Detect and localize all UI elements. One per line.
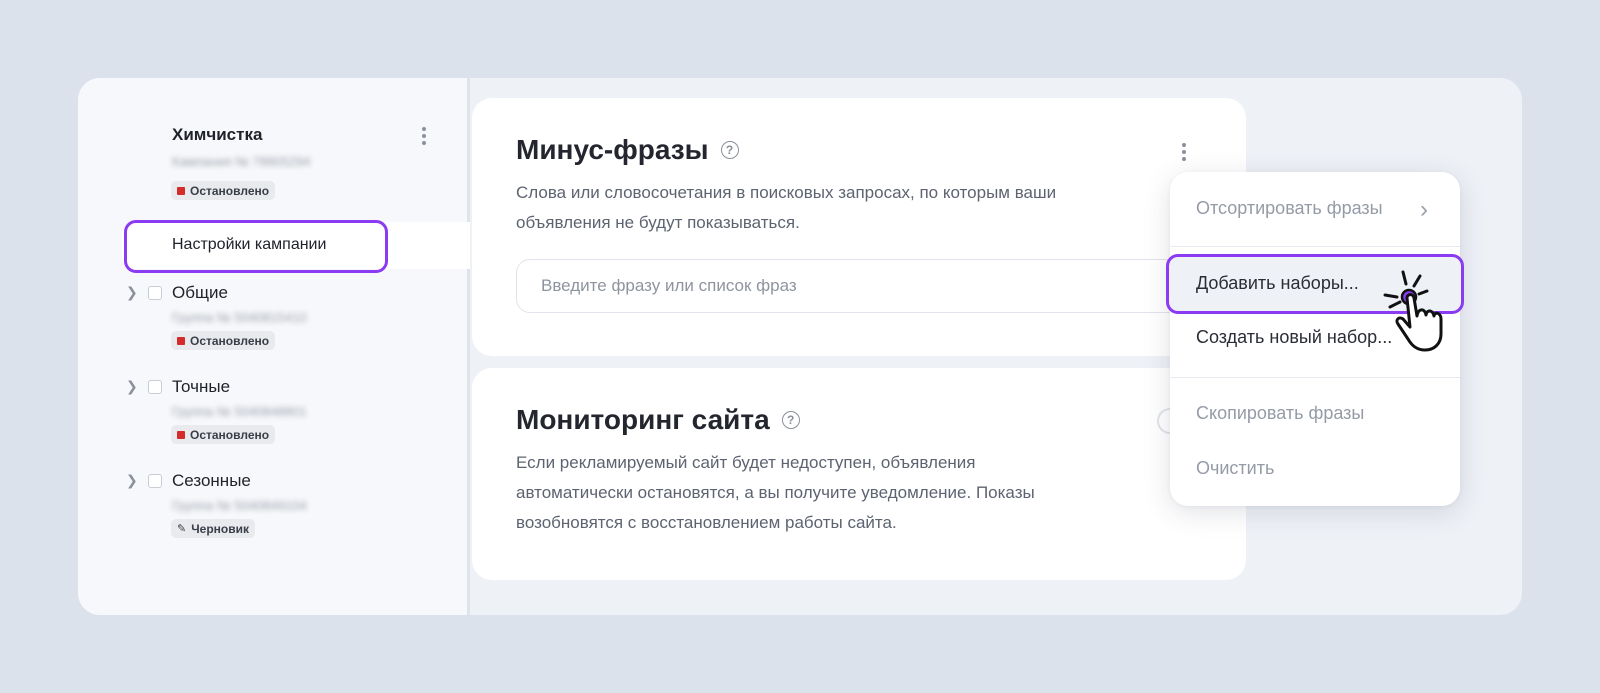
menu-item-sort-phrases[interactable]: Отсортировать фразы (1196, 198, 1383, 219)
menu-item-add-sets[interactable]: Добавить наборы... (1196, 273, 1359, 294)
sidebar-item-label: Настройки кампании (172, 236, 327, 253)
help-icon[interactable]: ? (781, 411, 800, 429)
group-name[interactable]: Общие (172, 283, 228, 303)
campaign-status-badge: Остановлено (171, 181, 276, 200)
section-title: Мониторинг сайта ? (516, 404, 800, 436)
chevron-right-icon: › (1420, 196, 1428, 223)
section-title-text: Мониторинг сайта (516, 404, 770, 435)
group-checkbox[interactable] (148, 286, 162, 300)
site-monitoring-card: Мониторинг сайта ? Если рекламируемый са… (472, 368, 1246, 580)
description-line: автоматически остановятся, а вы получите… (516, 483, 1035, 502)
app-window: Химчистка Кампания № 78805294 Остановлен… (78, 78, 1522, 615)
section-description: Если рекламируемый сайт будет недоступен… (516, 448, 1035, 538)
stopped-icon (177, 186, 185, 195)
pencil-icon: ✎ (177, 523, 187, 535)
group-number: Группа № 5040815410 (172, 310, 307, 325)
group-number: Группа № 5040848801 (172, 404, 307, 419)
group-status-badge: Остановлено (171, 425, 276, 444)
help-icon[interactable]: ? (720, 141, 739, 159)
status-label: Черновик (191, 521, 249, 536)
campaign-more-icon[interactable] (415, 124, 433, 148)
description-line: Если рекламируемый сайт будет недоступен… (516, 453, 976, 472)
status-label: Остановлено (190, 427, 270, 442)
group-number: Группа № 5040849104 (172, 498, 307, 513)
campaign-number: Кампания № 78805294 (172, 154, 311, 169)
status-label: Остановлено (190, 333, 270, 348)
more-options-icon[interactable] (1175, 140, 1193, 164)
section-description: Слова или словосочетания в поисковых зап… (516, 178, 1056, 238)
menu-divider (1170, 377, 1460, 378)
status-label: Остановлено (190, 183, 270, 198)
group-name[interactable]: Точные (172, 377, 230, 397)
description-line: возобновятся с восстановлением работы са… (516, 513, 897, 532)
sidebar: Химчистка Кампания № 78805294 Остановлен… (78, 78, 470, 615)
description-line: Слова или словосочетания в поисковых зап… (516, 183, 1057, 202)
chevron-right-icon[interactable]: ❯ (126, 378, 138, 395)
campaign-title[interactable]: Химчистка (172, 125, 262, 145)
hand-cursor-icon (1383, 270, 1443, 352)
group-status-badge: ✎ Черновик (171, 519, 255, 538)
minus-phrases-card: Минус-фразы ? Слова или словосочетания в… (472, 98, 1246, 356)
group-status-badge: Остановлено (171, 331, 276, 350)
section-title: Минус-фразы ? (516, 134, 739, 166)
menu-item-copy-phrases[interactable]: Скопировать фразы (1196, 403, 1364, 424)
menu-divider (1170, 246, 1460, 247)
stopped-icon (177, 336, 185, 345)
chevron-right-icon[interactable]: ❯ (126, 472, 138, 489)
section-title-text: Минус-фразы (516, 134, 709, 165)
group-checkbox[interactable] (148, 474, 162, 488)
chevron-right-icon[interactable]: ❯ (126, 284, 138, 301)
menu-item-clear[interactable]: Очистить (1196, 458, 1274, 479)
group-checkbox[interactable] (148, 380, 162, 394)
description-line: объявления не будут показываться. (516, 213, 800, 232)
phrase-input[interactable]: Введите фразу или список фраз (516, 259, 1216, 313)
group-name[interactable]: Сезонные (172, 471, 251, 491)
menu-item-create-set[interactable]: Создать новый набор... (1196, 327, 1392, 348)
stopped-icon (177, 430, 185, 439)
